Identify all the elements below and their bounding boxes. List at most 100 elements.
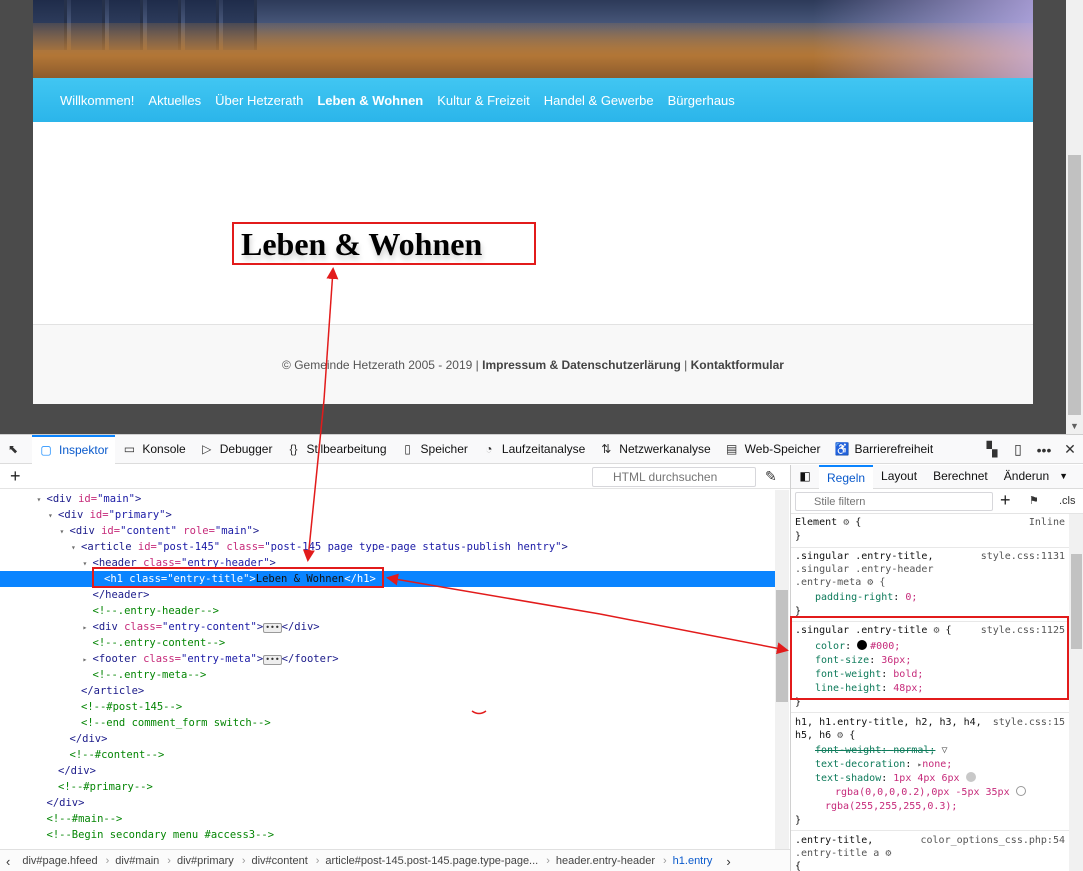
expand-down-icon[interactable]: ▾ <box>71 540 81 556</box>
add-node-icon[interactable]: + <box>10 467 21 485</box>
tab-netzwerkanalyse[interactable]: ⇅ Netzwerkanalyse <box>592 435 717 464</box>
markup-node[interactable]: ▸ <footer class="entry-meta"> ••• </footer> <box>0 651 775 667</box>
close-icon[interactable]: ✕ <box>1057 441 1083 458</box>
gear-icon[interactable]: ⚙ <box>837 730 843 741</box>
breadcrumb-item[interactable]: header.entry-header <box>550 855 663 867</box>
breadcrumb-item[interactable]: div#content <box>245 855 315 867</box>
color-swatch-icon[interactable] <box>1015 786 1026 796</box>
footer-kontakt-link[interactable]: Kontaktformular <box>691 358 784 372</box>
nav-leben-wohnen[interactable]: Leben & Wohnen <box>317 93 423 108</box>
gear-icon[interactable]: ⚙ <box>885 848 891 859</box>
tab-aenderungen[interactable]: Änderun <box>996 465 1057 489</box>
markup-node[interactable]: <!--#primary--> <box>0 779 775 795</box>
gear-icon[interactable]: ⚙ <box>933 625 939 636</box>
expand-right-icon[interactable]: ▸ <box>83 652 93 668</box>
markup-node[interactable]: </div> <box>0 731 775 747</box>
tab-inspektor[interactable]: ▢ Inspektor <box>32 434 116 464</box>
breadcrumb-item[interactable]: div#primary <box>171 855 242 867</box>
css-declaration[interactable]: text-decoration: ▸none; <box>815 758 952 772</box>
toggle-sidebar-icon[interactable]: ◧ <box>791 465 819 489</box>
breadcrumb-item[interactable]: div#page.hfeed <box>16 855 105 867</box>
filter-icon[interactable]: ▽ <box>941 745 947 756</box>
markup-node[interactable]: ▾ <header class="entry-header"> <box>0 555 775 571</box>
gear-icon[interactable]: ⚙ <box>843 517 849 528</box>
html-search-input[interactable] <box>592 467 756 487</box>
nav-buergerhaus[interactable]: Bürgerhaus <box>668 93 735 108</box>
cls-toggle-button[interactable]: .cls <box>1059 495 1076 507</box>
page-scrollbar[interactable]: ▼ <box>1066 0 1083 434</box>
footer-impressum-link[interactable]: Impressum & Datenschutzerlärung <box>482 358 681 372</box>
page-scroll-thumb[interactable] <box>1068 155 1081 415</box>
markup-scroll-thumb[interactable] <box>776 590 788 702</box>
css-declaration[interactable]: padding-right: 0; <box>815 591 917 605</box>
color-swatch-icon[interactable] <box>965 772 976 782</box>
markup-node[interactable]: </div> <box>0 795 775 811</box>
element-picker-button[interactable]: ⬉ <box>0 435 32 464</box>
tab-debugger[interactable]: ▷ Debugger <box>193 435 280 464</box>
markup-node[interactable]: ▾ <div id="content" role="main"> <box>0 523 775 539</box>
nav-willkommen[interactable]: Willkommen! <box>60 93 134 108</box>
expand-right-icon[interactable]: ▸ <box>83 620 93 636</box>
markup-node[interactable]: </article> <box>0 683 775 699</box>
css-declaration[interactable]: font-size: 36px; <box>815 654 911 668</box>
css-declaration[interactable]: text-shadow: 1px 4px 6px <box>815 772 979 786</box>
breadcrumb-item-current[interactable]: h1.entry <box>667 855 721 867</box>
markup-node[interactable]: ▾ <article id="post-145" class="post-145 … <box>0 539 775 555</box>
rule-source-link[interactable]: color_options_css.php:54 <box>921 834 1066 848</box>
chevron-left-icon[interactable]: ‹ <box>0 854 16 869</box>
panel-options-icon[interactable]: ▚ <box>979 441 1005 458</box>
markup-node[interactable]: ▾ <div id="main"> <box>0 491 775 507</box>
nav-ueber-hetzerath[interactable]: Über Hetzerath <box>215 93 303 108</box>
markup-node[interactable]: </header> <box>0 587 775 603</box>
tab-layout[interactable]: Layout <box>873 465 925 489</box>
nav-aktuelles[interactable]: Aktuelles <box>148 93 201 108</box>
markup-node[interactable]: </div> <box>0 763 775 779</box>
tab-regeln[interactable]: Regeln <box>819 464 874 489</box>
rule-source-link[interactable]: style.css:15 <box>993 716 1065 730</box>
more-options-icon[interactable]: ••• <box>1031 442 1057 458</box>
tab-barrierefreiheit[interactable]: ♿ Barrierefreiheit <box>827 435 940 464</box>
css-declaration[interactable]: line-height: 48px; <box>815 682 923 696</box>
markup-node[interactable]: <!--.entry-meta--> <box>0 667 775 683</box>
markup-node[interactable]: <!--.entry-content--> <box>0 635 775 651</box>
collapsed-content-icon[interactable]: ••• <box>263 655 282 665</box>
markup-node[interactable]: <!--end comment_form switch--> <box>0 715 775 731</box>
pseudo-class-icon[interactable]: ⚑ <box>1029 494 1039 507</box>
markup-node[interactable]: <!--Begin secondary menu #access3--> <box>0 827 775 843</box>
markup-node[interactable]: <!--#post-145--> <box>0 699 775 715</box>
tab-laufzeitanalyse[interactable]: ◔ Laufzeitanalyse <box>475 435 592 464</box>
markup-node[interactable]: ▸ <div class="entry-content"> ••• </div> <box>0 619 775 635</box>
nav-kultur-freizeit[interactable]: Kultur & Freizeit <box>437 93 529 108</box>
style-filter-input[interactable] <box>795 492 993 511</box>
eyedropper-icon[interactable]: ✎ <box>765 468 777 485</box>
color-swatch-icon[interactable] <box>857 640 868 650</box>
markup-node-selected[interactable]: <h1 class="entry-title">Leben & Wohnen</… <box>0 571 775 587</box>
breadcrumb-item[interactable]: article#post-145.post-145.page.type-page… <box>319 855 546 867</box>
expand-down-icon[interactable]: ▾ <box>60 524 70 540</box>
expand-down-icon[interactable]: ▾ <box>83 556 93 572</box>
tab-konsole[interactable]: ▭ Konsole <box>115 435 192 464</box>
tab-berechnet[interactable]: Berechnet <box>925 465 996 489</box>
add-rule-icon[interactable]: + <box>1000 490 1011 511</box>
rule-source-link[interactable]: style.css:1131 <box>981 550 1065 564</box>
css-declaration[interactable]: font-weight: bold; <box>815 668 923 682</box>
gear-icon[interactable]: ⚙ <box>867 577 873 588</box>
rules-scroll-thumb[interactable] <box>1071 554 1082 649</box>
markup-node[interactable]: <!--#main--> <box>0 811 775 827</box>
expand-down-icon[interactable]: ▾ <box>37 492 47 508</box>
tab-web-speicher[interactable]: ▤ Web-Speicher <box>718 435 828 464</box>
breadcrumb-item[interactable]: div#main <box>109 855 167 867</box>
markup-node[interactable]: <!--#content--> <box>0 747 775 763</box>
markup-node[interactable]: ▾ <div id="primary"> <box>0 507 775 523</box>
scroll-down-icon[interactable]: ▼ <box>1066 418 1083 434</box>
chevron-down-icon[interactable]: ▼ <box>1057 465 1070 489</box>
expand-down-icon[interactable]: ▾ <box>48 508 58 524</box>
css-declaration-overridden[interactable]: font-weight: normal; ▽ <box>815 744 948 758</box>
rules-scrollbar[interactable] <box>1069 514 1083 871</box>
css-declaration[interactable]: color: #000; <box>815 640 900 654</box>
tab-stilbearbeitung[interactable]: {} Stilbearbeitung <box>279 435 393 464</box>
tab-speicher[interactable]: ▯ Speicher <box>394 435 475 464</box>
markup-scrollbar[interactable] <box>775 490 789 850</box>
markup-node[interactable]: <!--.entry-header--> <box>0 603 775 619</box>
nav-handel-gewerbe[interactable]: Handel & Gewerbe <box>544 93 654 108</box>
